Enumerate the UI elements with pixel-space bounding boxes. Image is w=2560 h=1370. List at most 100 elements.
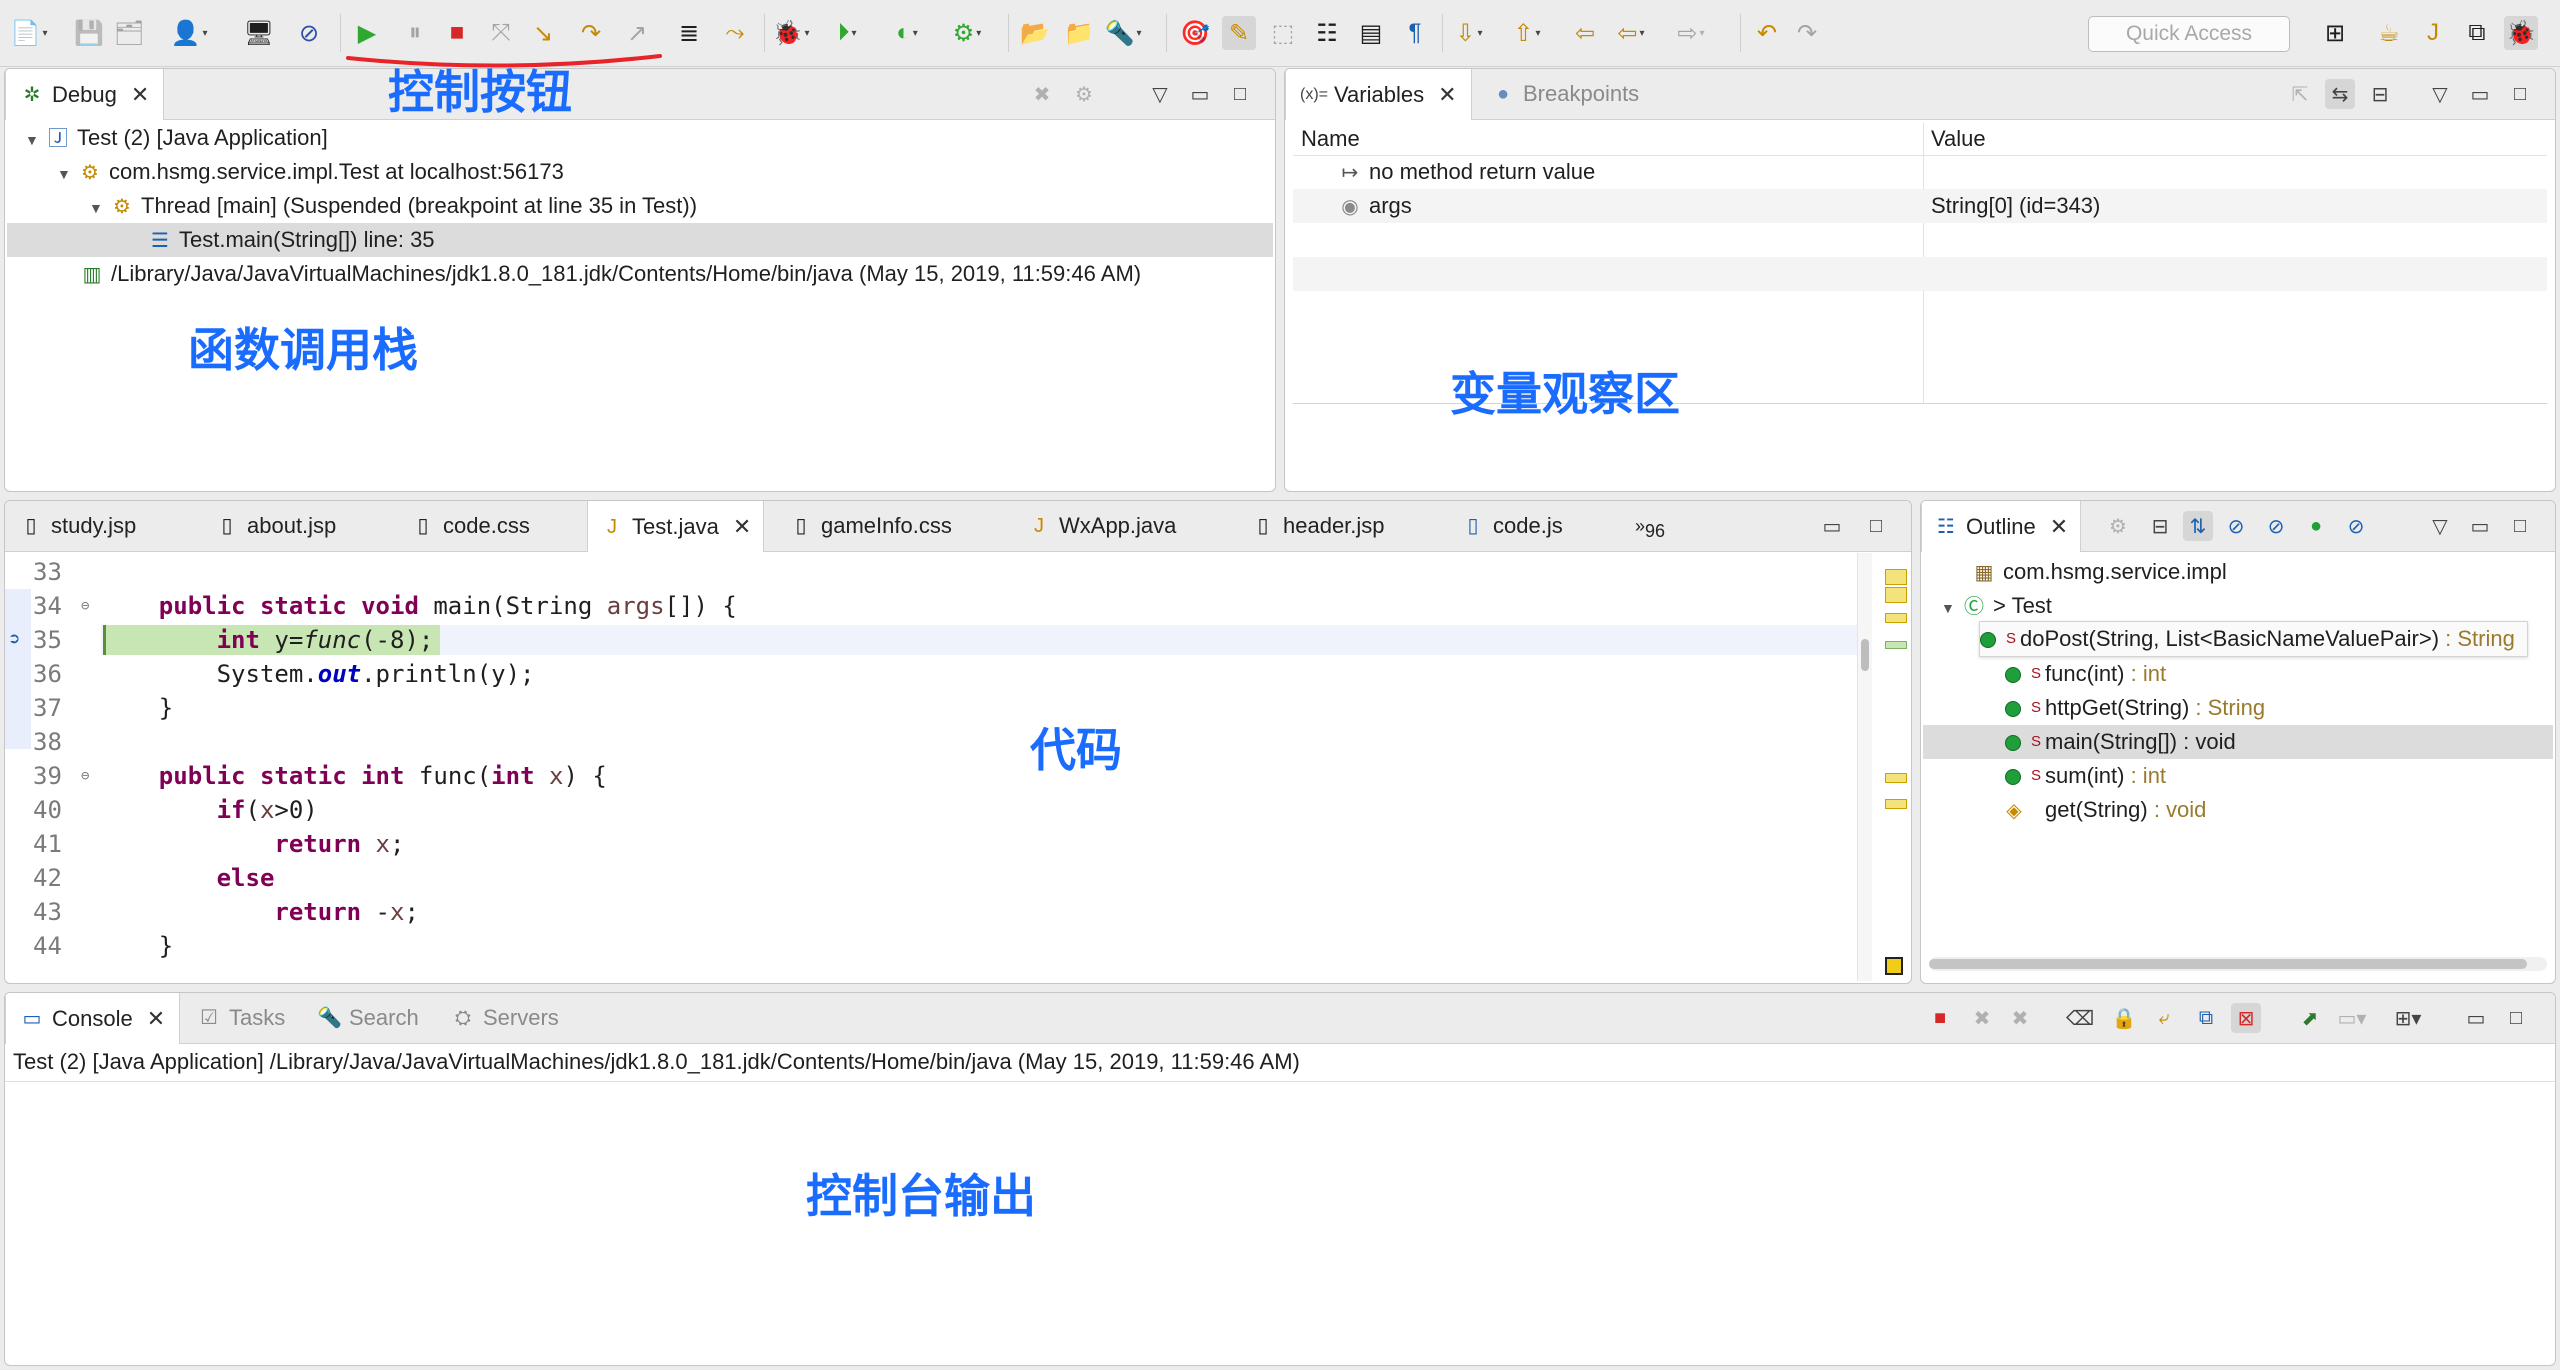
maximize-icon[interactable]: □: [2501, 1003, 2531, 1033]
outline-class[interactable]: ▼ Ⓒ > Test: [1941, 589, 2052, 623]
threads-icon[interactable]: ⚙: [1069, 79, 1099, 109]
fold-toggle-icon[interactable]: ⊖: [81, 759, 89, 793]
show-type-names-icon[interactable]: ⇱: [2285, 79, 2315, 109]
overview-marker[interactable]: [1885, 799, 1907, 809]
tab-header-jsp[interactable]: ▯ header.jsp: [1243, 501, 1393, 551]
save-all-icon[interactable]: 🗂: [112, 16, 146, 50]
block-selection-icon[interactable]: ⬚: [1266, 16, 1300, 50]
close-icon[interactable]: ✕: [147, 1006, 165, 1032]
minimize-icon[interactable]: ▭: [2465, 511, 2495, 541]
run-icon[interactable]: ⏵ ▾: [830, 16, 864, 50]
debug-perspective-icon[interactable]: 🐞: [2504, 16, 2538, 50]
close-icon[interactable]: ✕: [733, 514, 751, 540]
sort-az-icon[interactable]: ⇅: [2183, 511, 2213, 541]
focus-icon[interactable]: ⚙: [2103, 511, 2133, 541]
mark-occurrences-icon[interactable]: ✎: [1222, 16, 1256, 50]
outline-member[interactable]: SdoPost(String, List<BasicNameValuePair>…: [1979, 621, 2528, 657]
tab-servers[interactable]: ⛭ Servers: [451, 993, 559, 1043]
minimize-icon[interactable]: ▭: [1185, 79, 1215, 109]
tab-code-js[interactable]: ▯ code.js: [1453, 501, 1571, 551]
previous-annotation-icon[interactable]: ⇧ ▾: [1510, 16, 1544, 50]
code-line[interactable]: public static int func(int x) {: [101, 759, 607, 793]
show-whitespace-icon[interactable]: ▤: [1354, 16, 1388, 50]
close-icon[interactable]: ✕: [131, 82, 149, 108]
step-into-icon[interactable]: ↘: [526, 16, 560, 50]
pin-console-icon[interactable]: ⊠: [2231, 1003, 2261, 1033]
tab-code-css[interactable]: ▯ code.css: [403, 501, 538, 551]
outline-member[interactable]: ◈ get(String) : void: [2001, 793, 2206, 827]
remove-terminated-icon[interactable]: ✖: [1027, 79, 1057, 109]
table-row[interactable]: ↦ no method return value: [1293, 155, 2547, 189]
code-line[interactable]: int y=func(-8);: [101, 623, 434, 657]
close-icon[interactable]: ✕: [1438, 82, 1456, 108]
code-line[interactable]: return -x;: [101, 895, 419, 929]
expand-icon[interactable]: ▼: [89, 191, 109, 225]
tab-debug[interactable]: ✲ Debug ✕: [5, 69, 165, 120]
scrollbar-thumb[interactable]: [1929, 959, 2527, 969]
team-perspective-icon[interactable]: ⧉: [2460, 16, 2494, 50]
tab-tasks[interactable]: ☑ Tasks: [197, 993, 285, 1043]
forward-icon[interactable]: ⇨ ▾: [1674, 16, 1708, 50]
suspend-icon[interactable]: ⏸: [398, 16, 432, 50]
view-menu-icon[interactable]: ▽: [2425, 79, 2455, 109]
column-header-name[interactable]: Name: [1301, 123, 1360, 155]
minimize-icon[interactable]: ▭: [2461, 1003, 2491, 1033]
code-line[interactable]: if(x>0): [101, 793, 318, 827]
code-line[interactable]: }: [101, 929, 173, 963]
maximize-icon[interactable]: □: [1225, 79, 1255, 109]
overview-marker[interactable]: [1885, 587, 1907, 603]
java-ee-perspective-icon[interactable]: ☕: [2372, 16, 2406, 50]
open-console-icon[interactable]: ▭▾: [2337, 1003, 2367, 1033]
new-console-icon[interactable]: ⊞▾: [2393, 1003, 2423, 1033]
open-resource-icon[interactable]: 📁: [1062, 16, 1096, 50]
hide-fields-icon[interactable]: ⊘: [2221, 511, 2251, 541]
maximize-icon[interactable]: □: [2505, 79, 2535, 109]
step-return-icon[interactable]: ↗: [620, 16, 654, 50]
toggle-breadcrumb-icon[interactable]: 🎯: [1178, 16, 1212, 50]
tab-study-jsp[interactable]: ▯ study.jsp: [11, 501, 144, 551]
redo-icon[interactable]: ↷: [1790, 16, 1824, 50]
maximize-icon[interactable]: □: [2505, 511, 2535, 541]
coverage-icon[interactable]: ◐ ▾: [890, 16, 924, 50]
disconnect-icon[interactable]: ⤧: [484, 16, 518, 50]
view-menu-icon[interactable]: ▽: [1145, 79, 1175, 109]
hide-static-icon[interactable]: ⊘: [2261, 511, 2291, 541]
code-line[interactable]: }: [101, 691, 173, 725]
tab-about-jsp[interactable]: ▯ about.jsp: [207, 501, 344, 551]
drop-to-frame-icon[interactable]: ≣: [672, 16, 706, 50]
outline-package[interactable]: ▦ com.hsmg.service.impl: [1971, 555, 2227, 589]
open-type-icon[interactable]: 📂: [1018, 16, 1052, 50]
tab-gameinfo-css[interactable]: ▯ gameInfo.css: [781, 501, 960, 551]
use-step-filters-icon[interactable]: ⤳: [718, 16, 752, 50]
overview-marker[interactable]: [1885, 773, 1907, 783]
collapse-all-icon[interactable]: ⊟: [2365, 79, 2395, 109]
show-on-output-icon[interactable]: ⧉: [2191, 1003, 2221, 1033]
word-wrap-icon[interactable]: ⤶: [2149, 1003, 2179, 1033]
pilcrow-icon[interactable]: ¶: [1398, 16, 1432, 50]
tab-overflow[interactable]: » 96: [1635, 501, 1665, 551]
view-menu-icon[interactable]: ▽: [2425, 511, 2455, 541]
clear-console-icon[interactable]: ⌫: [2065, 1003, 2095, 1033]
tab-wxapp-java[interactable]: J WxApp.java: [1019, 501, 1184, 551]
external-tools-icon[interactable]: ⚙ ▾: [950, 16, 984, 50]
tree-item-stack-frame[interactable]: ☰ Test.main(String[]) line: 35: [7, 223, 1273, 257]
skip-breakpoints-icon[interactable]: ⊘: [292, 16, 326, 50]
outline-member[interactable]: Ssum(int) : int: [2005, 759, 2166, 793]
tree-item-launch[interactable]: ▼ 🄹 Test (2) [Java Application]: [25, 121, 328, 155]
scrollbar-thumb[interactable]: [1861, 639, 1869, 671]
detail-pane[interactable]: [1293, 413, 2547, 489]
java-perspective-icon[interactable]: J: [2416, 16, 2450, 50]
maximize-icon[interactable]: □: [1861, 511, 1891, 541]
profile-icon[interactable]: 👤 ▾: [171, 16, 208, 50]
tab-variables[interactable]: (x)= Variables ✕: [1285, 69, 1472, 120]
next-annotation-icon[interactable]: ⇩ ▾: [1452, 16, 1486, 50]
word-wrap-icon[interactable]: ☷: [1310, 16, 1344, 50]
tree-item-thread[interactable]: ▼ ⚙ Thread [main] (Suspended (breakpoint a…: [89, 189, 697, 223]
expand-icon[interactable]: ▼: [25, 123, 45, 157]
back-icon[interactable]: ⇦ ▾: [1614, 16, 1648, 50]
tree-item-target[interactable]: ▼ ⚙ com.hsmg.service.impl.Test at localhos…: [57, 155, 564, 189]
hide-nonpublic-icon[interactable]: ●: [2301, 511, 2331, 541]
console-output[interactable]: [5, 1083, 2555, 1323]
terminate-icon[interactable]: ■: [440, 16, 474, 50]
overview-marker[interactable]: [1885, 569, 1907, 585]
